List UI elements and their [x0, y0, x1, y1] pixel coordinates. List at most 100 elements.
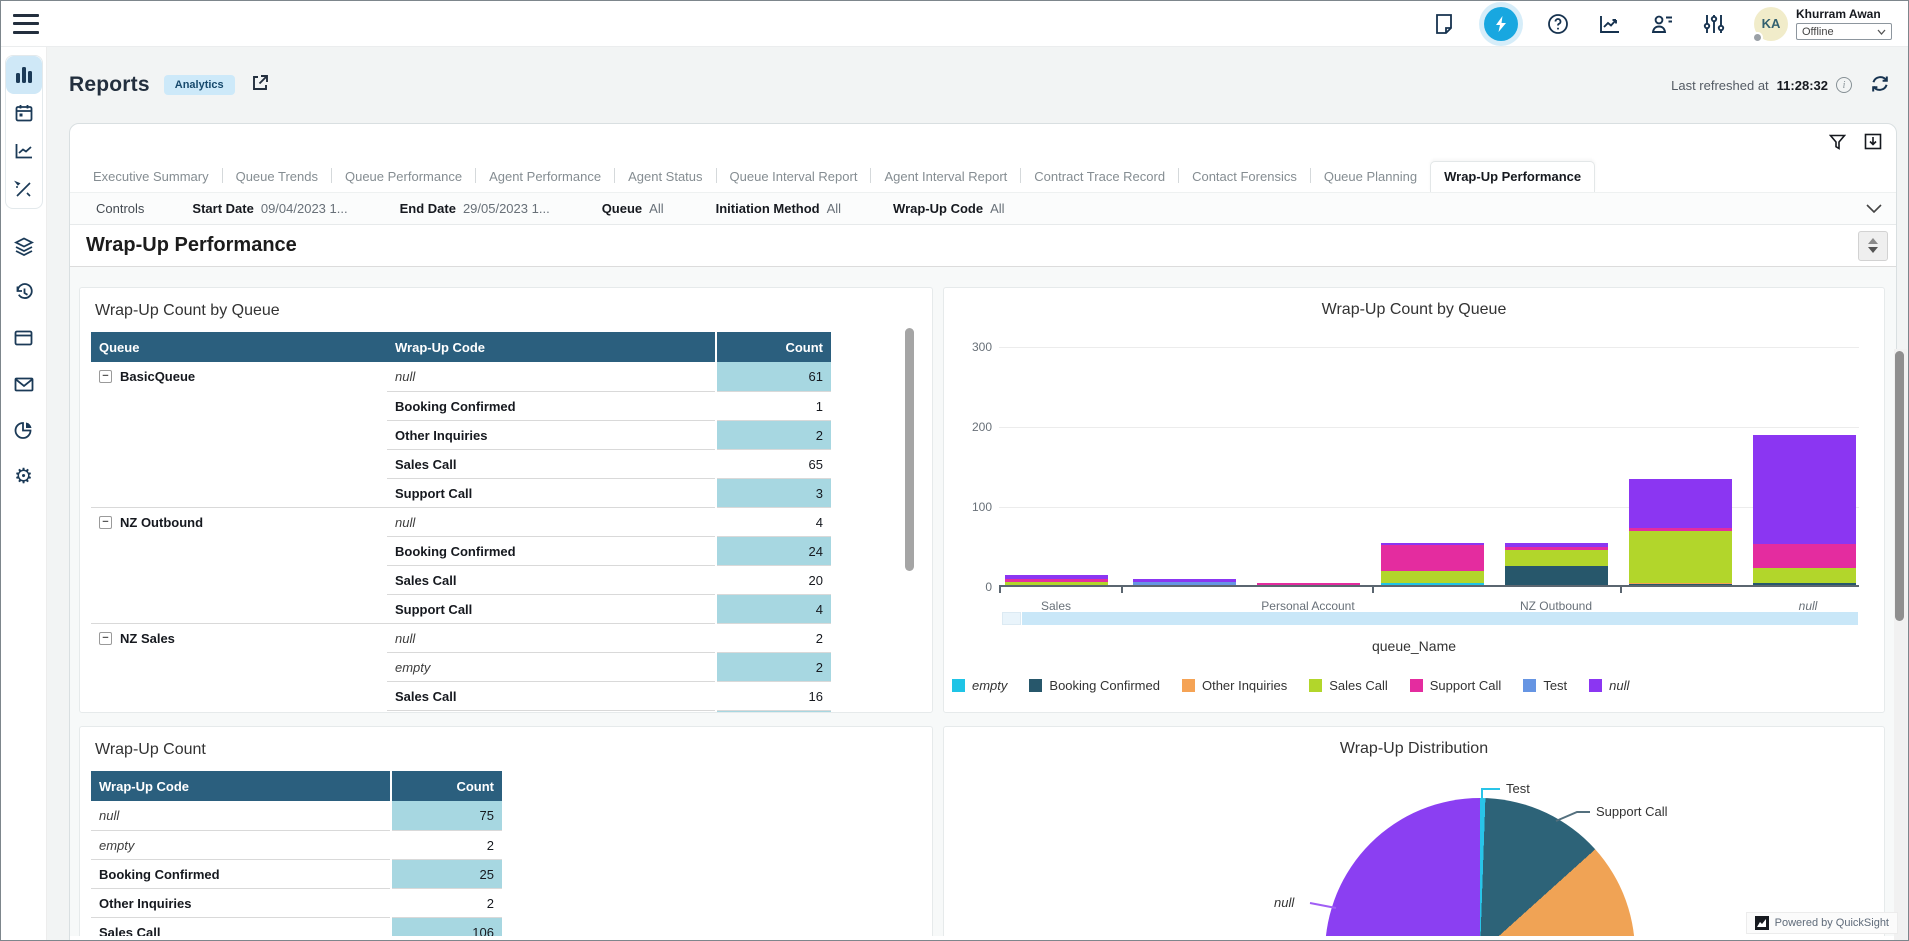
control-end-date[interactable]: End Date29/05/2023 1... — [400, 201, 550, 216]
refresh-icon[interactable] — [1870, 74, 1890, 97]
legend-item-test[interactable]: Test — [1523, 678, 1567, 693]
wrapup-code-value: Support Call — [395, 486, 472, 501]
pivot-table-scrollbar[interactable] — [905, 328, 914, 571]
wrapup-code-value: Booking Confirmed — [99, 867, 220, 882]
queue-cell — [91, 449, 387, 478]
external-link-icon[interactable] — [251, 74, 269, 97]
page-vscrollbar-track[interactable] — [1894, 349, 1907, 940]
tab-queue-interval-report[interactable]: Queue Interval Report — [717, 162, 871, 192]
tab-agent-performance[interactable]: Agent Performance — [476, 162, 614, 192]
tab-contract-trace-record[interactable]: Contract Trace Record — [1021, 162, 1178, 192]
bar-segment-sales-call[interactable] — [1005, 582, 1108, 585]
legend-item-other-inquiries[interactable]: Other Inquiries — [1182, 678, 1287, 693]
count-cell: 24 — [717, 536, 831, 565]
bar-segment-booking-confirmed[interactable] — [1505, 566, 1608, 585]
bar-segment-empty[interactable] — [1381, 583, 1484, 585]
count-cell: 4 — [717, 594, 831, 623]
bar-segment-sales-call[interactable] — [1629, 531, 1732, 583]
stacked-bar-col-2[interactable] — [1133, 579, 1236, 585]
count-cell: 1 — [717, 391, 831, 420]
stacked-bar-personal-account[interactable] — [1257, 583, 1360, 585]
sidebar-item-analytics[interactable] — [6, 411, 42, 449]
spinner-up-icon[interactable] — [1868, 238, 1878, 244]
collapse-icon[interactable]: − — [99, 516, 112, 529]
chart-hscrollbar[interactable] — [1022, 612, 1858, 625]
history-icon — [14, 282, 34, 302]
analytics-badge: Analytics — [164, 75, 235, 95]
sidebar-item-design[interactable] — [6, 170, 42, 208]
wrapup-code-cell: Booking Confirmed — [387, 391, 715, 420]
stacked-bar-sales[interactable] — [1005, 575, 1108, 585]
count-cell: 61 — [717, 362, 831, 391]
stacked-bar-nz-outbound[interactable] — [1505, 543, 1608, 585]
queue-cell — [91, 420, 387, 449]
stacked-bar-col-4[interactable] — [1381, 543, 1484, 585]
sidebar-item-reports[interactable] — [6, 56, 42, 94]
tab-executive-summary[interactable]: Executive Summary — [80, 162, 222, 192]
stacked-bar-null[interactable] — [1753, 435, 1856, 585]
tab-queue-planning[interactable]: Queue Planning — [1311, 162, 1430, 192]
sidebar-item-workspace[interactable] — [6, 319, 42, 357]
settings-sliders-icon[interactable] — [1702, 12, 1726, 36]
export-icon[interactable] — [1864, 133, 1882, 155]
tab-queue-performance[interactable]: Queue Performance — [332, 162, 475, 192]
spinner-down-icon[interactable] — [1868, 247, 1878, 253]
tab-wrap-up-performance[interactable]: Wrap-Up Performance — [1430, 161, 1595, 192]
queue-cell — [91, 652, 387, 681]
bar-segment-test[interactable] — [1133, 582, 1236, 585]
legend-item-empty[interactable]: empty — [952, 678, 1007, 693]
tab-agent-status[interactable]: Agent Status — [615, 162, 715, 192]
sidebar-item-history[interactable] — [6, 273, 42, 311]
sidebar-item-layers[interactable] — [6, 227, 42, 265]
contacts-icon[interactable] — [1650, 12, 1674, 36]
filter-icon[interactable] — [1829, 134, 1846, 155]
legend-item-support-call[interactable]: Support Call — [1410, 678, 1502, 693]
bar-segment-support-call[interactable] — [1753, 544, 1856, 568]
legend-item-sales-call[interactable]: Sales Call — [1309, 678, 1388, 693]
control-wrap-up-code[interactable]: Wrap-Up CodeAll — [893, 201, 1005, 216]
avatar[interactable]: KA — [1754, 7, 1788, 41]
sidebar-item-metrics[interactable] — [6, 132, 42, 170]
bar-segment-null[interactable] — [1629, 479, 1732, 528]
sidebar-item-calendar[interactable] — [6, 94, 42, 132]
metrics-icon[interactable] — [1598, 12, 1622, 36]
control-initiation-method[interactable]: Initiation MethodAll — [716, 201, 841, 216]
help-icon[interactable] — [1546, 12, 1570, 36]
queue-group: −NZ Outbound — [99, 515, 203, 530]
bar-segment-booking-confirmed[interactable] — [1629, 584, 1732, 585]
chart-hscroll-corner[interactable] — [1002, 612, 1021, 625]
control-queue[interactable]: QueueAll — [602, 201, 664, 216]
sidebar-item-mail[interactable] — [6, 365, 42, 403]
legend-item-null[interactable]: null — [1589, 678, 1629, 693]
bar-segment-booking-confirmed[interactable] — [1753, 583, 1856, 585]
bar-segment-support-call[interactable] — [1257, 583, 1360, 585]
control-start-date[interactable]: Start Date09/04/2023 1... — [192, 201, 347, 216]
bar-segment-null[interactable] — [1753, 435, 1856, 545]
stacked-bar-col-6[interactable] — [1629, 479, 1732, 585]
bar-segment-sales-call[interactable] — [1753, 568, 1856, 583]
sheet-scroll-spinner[interactable] — [1858, 231, 1888, 261]
queue-cell: −BasicQueue — [91, 362, 387, 391]
chart-legend: empty Booking Confirmed Other Inquiries Sal… — [952, 678, 1629, 693]
bar-segment-sales-call[interactable] — [1505, 550, 1608, 566]
collapse-icon[interactable]: − — [99, 370, 112, 383]
line-chart-icon — [15, 143, 33, 159]
bar-segment-sales-call[interactable] — [1381, 571, 1484, 584]
tab-agent-interval-report[interactable]: Agent Interval Report — [871, 162, 1020, 192]
hamburger-menu-icon[interactable] — [13, 14, 39, 34]
tab-queue-trends[interactable]: Queue Trends — [223, 162, 331, 192]
legend-item-booking-confirmed[interactable]: Booking Confirmed — [1029, 678, 1160, 693]
info-icon[interactable]: i — [1836, 77, 1852, 93]
bar-segment-support-call[interactable] — [1381, 545, 1484, 571]
tab-contact-forensics[interactable]: Contact Forensics — [1179, 162, 1310, 192]
table-row: Sales Call65 — [91, 449, 932, 478]
sidebar-item-settings[interactable]: ⚙ — [6, 457, 42, 495]
pie-chart[interactable] — [1325, 798, 1635, 936]
controls-collapse-chevron-icon[interactable] — [1866, 201, 1882, 216]
assist-lightning-button[interactable] — [1484, 7, 1518, 41]
status-select[interactable]: Offline — [1796, 23, 1892, 40]
wrapup-code-cell: Booking Confirmed — [387, 536, 715, 565]
collapse-icon[interactable]: − — [99, 632, 112, 645]
page-vscrollbar-thumb[interactable] — [1895, 351, 1904, 621]
notes-icon[interactable] — [1432, 12, 1456, 36]
